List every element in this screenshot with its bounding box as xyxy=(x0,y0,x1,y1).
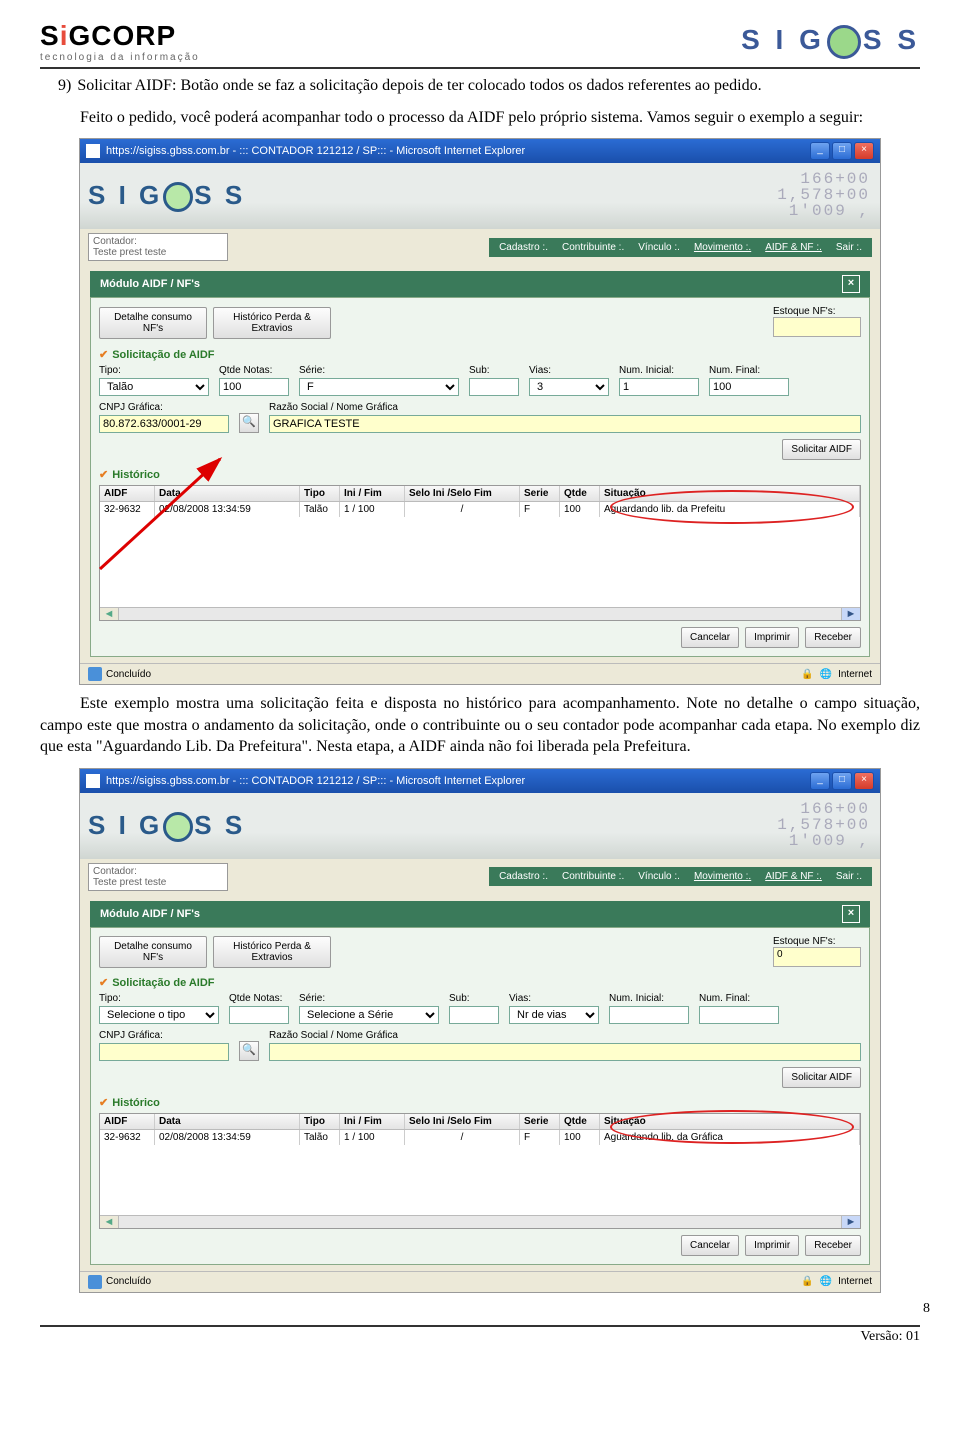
ie-icon xyxy=(86,774,100,788)
menu-aidf[interactable]: AIDF & NF :. xyxy=(765,242,822,253)
screenshot-2: https://sigiss.gbss.com.br - ::: CONTADO… xyxy=(79,768,881,1293)
qtde-input[interactable] xyxy=(219,378,289,396)
detalhe-consumo-button[interactable]: Detalhe consumo NF's xyxy=(99,307,207,339)
section-solicitacao: Solicitação de AIDF xyxy=(99,976,861,989)
menu-cadastro[interactable]: Cadastro :. xyxy=(499,242,548,253)
solicitar-aidf-button[interactable]: Solicitar AIDF xyxy=(782,439,861,460)
cnpj-input[interactable] xyxy=(99,1043,229,1061)
window-title: https://sigiss.gbss.com.br - ::: CONTADO… xyxy=(106,145,525,157)
serie-select[interactable]: F xyxy=(299,378,459,396)
paragraph-2: Feito o pedido, você poderá acompanhar t… xyxy=(40,107,920,129)
module-close-icon[interactable]: × xyxy=(842,905,860,923)
sigiss-logo: S I GS S xyxy=(741,24,920,59)
window-titlebar: https://sigiss.gbss.com.br - ::: CONTADO… xyxy=(80,139,880,163)
historico-table: AIDFDataTipoIni / FimSelo Ini /Selo FimS… xyxy=(99,1113,861,1229)
paragraph-1: 9)Solicitar AIDF: Botão onde se faz a so… xyxy=(40,75,920,97)
estoque-label: Estoque NF's: xyxy=(773,306,861,340)
menu-vinculo[interactable]: Vínculo :. xyxy=(638,871,680,882)
menu-aidf[interactable]: AIDF & NF :. xyxy=(765,871,822,882)
num-inicial-input[interactable] xyxy=(619,378,699,396)
sub-input[interactable] xyxy=(469,378,519,396)
detalhe-consumo-button[interactable]: Detalhe consumo NF's xyxy=(99,936,207,968)
menu-movimento[interactable]: Movimento :. xyxy=(694,871,751,882)
maximize-button[interactable]: □ xyxy=(832,142,852,160)
ie-icon xyxy=(86,144,100,158)
historico-perda-button[interactable]: Histórico Perda & Extravios xyxy=(213,307,331,339)
module-bar: Módulo AIDF / NF's × xyxy=(90,901,870,927)
qtde-input[interactable] xyxy=(229,1006,289,1024)
maximize-button[interactable]: □ xyxy=(832,772,852,790)
minimize-button[interactable]: _ xyxy=(810,142,830,160)
main-menu: Cadastro :. Contribuinte :. Vínculo :. M… xyxy=(489,238,872,257)
user-box: Contador:Teste prest teste xyxy=(88,233,228,261)
banner-numbers: 166+00 1,578+00 1'009 , xyxy=(777,801,870,849)
ie-status-icon xyxy=(88,1275,102,1289)
app-banner: S I GS S 166+00 1,578+00 1'009 , xyxy=(80,163,880,229)
estoque-label: Estoque NF's:0 xyxy=(773,936,861,967)
menu-cadastro[interactable]: Cadastro :. xyxy=(499,871,548,882)
banner-numbers: 166+00 1,578+00 1'009 , xyxy=(777,171,870,219)
num-final-input[interactable] xyxy=(699,1006,779,1024)
paragraph-3: Este exemplo mostra uma solicitação feit… xyxy=(40,693,920,758)
cancelar-button[interactable]: Cancelar xyxy=(681,627,739,648)
sigcorp-logo: SiGCORP tecnologia da informação xyxy=(40,20,200,63)
status-bar: Concluído 🔒🌐Internet xyxy=(80,663,880,684)
menu-sair[interactable]: Sair :. xyxy=(836,871,862,882)
annotation-circle xyxy=(610,1110,854,1144)
annotation-circle xyxy=(610,490,854,524)
menu-vinculo[interactable]: Vínculo :. xyxy=(638,242,680,253)
ie-status-icon xyxy=(88,667,102,681)
cnpj-input[interactable] xyxy=(99,415,229,433)
window-titlebar: https://sigiss.gbss.com.br - ::: CONTADO… xyxy=(80,769,880,793)
historico-perda-button[interactable]: Histórico Perda & Extravios xyxy=(213,936,331,968)
module-bar: Módulo AIDF / NF's × xyxy=(90,271,870,297)
section-historico: Histórico xyxy=(99,1096,861,1109)
cancelar-button[interactable]: Cancelar xyxy=(681,1235,739,1256)
h-scrollbar[interactable]: ◄► xyxy=(100,607,860,620)
lock-icon: 🔒 xyxy=(801,669,813,680)
section-solicitacao: Solicitação de AIDF xyxy=(99,348,861,361)
window-title: https://sigiss.gbss.com.br - ::: CONTADO… xyxy=(106,775,525,787)
receber-button[interactable]: Receber xyxy=(805,627,861,648)
num-final-input[interactable] xyxy=(709,378,789,396)
menu-sair[interactable]: Sair :. xyxy=(836,242,862,253)
menu-contribuinte[interactable]: Contribuinte :. xyxy=(562,871,624,882)
status-bar: Concluído 🔒🌐Internet xyxy=(80,1271,880,1292)
menu-contribuinte[interactable]: Contribuinte :. xyxy=(562,242,624,253)
user-box: Contador:Teste prest teste xyxy=(88,863,228,891)
num-inicial-input[interactable] xyxy=(609,1006,689,1024)
imprimir-button[interactable]: Imprimir xyxy=(745,1235,799,1256)
h-scrollbar[interactable]: ◄► xyxy=(100,1215,860,1228)
tipo-select[interactable]: Selecione o tipo xyxy=(99,1006,219,1024)
vias-select[interactable]: Nr de vias xyxy=(509,1006,599,1024)
screenshot-1: https://sigiss.gbss.com.br - ::: CONTADO… xyxy=(79,138,881,685)
page-number: 8 xyxy=(40,1301,930,1317)
imprimir-button[interactable]: Imprimir xyxy=(745,627,799,648)
razao-input[interactable] xyxy=(269,415,861,433)
module-close-icon[interactable]: × xyxy=(842,275,860,293)
sub-input[interactable] xyxy=(449,1006,499,1024)
search-cnpj-button[interactable]: 🔍 xyxy=(239,413,259,433)
search-cnpj-button[interactable]: 🔍 xyxy=(239,1041,259,1061)
lock-icon: 🔒 xyxy=(801,1276,813,1287)
solicitar-aidf-button[interactable]: Solicitar AIDF xyxy=(782,1067,861,1088)
footer-version: Versão: 01 xyxy=(40,1325,920,1345)
minimize-button[interactable]: _ xyxy=(810,772,830,790)
main-menu: Cadastro :. Contribuinte :. Vínculo :. M… xyxy=(489,867,872,886)
close-button[interactable]: × xyxy=(854,772,874,790)
tipo-select[interactable]: Talão xyxy=(99,378,209,396)
annotation-arrow xyxy=(90,449,290,579)
page-header: SiGCORP tecnologia da informação S I GS … xyxy=(40,20,920,69)
vias-select[interactable]: 3 xyxy=(529,378,609,396)
app-banner: S I GS S 166+00 1,578+00 1'009 , xyxy=(80,793,880,859)
close-button[interactable]: × xyxy=(854,142,874,160)
serie-select[interactable]: Selecione a Série xyxy=(299,1006,439,1024)
razao-input[interactable] xyxy=(269,1043,861,1061)
menu-movimento[interactable]: Movimento :. xyxy=(694,242,751,253)
receber-button[interactable]: Receber xyxy=(805,1235,861,1256)
